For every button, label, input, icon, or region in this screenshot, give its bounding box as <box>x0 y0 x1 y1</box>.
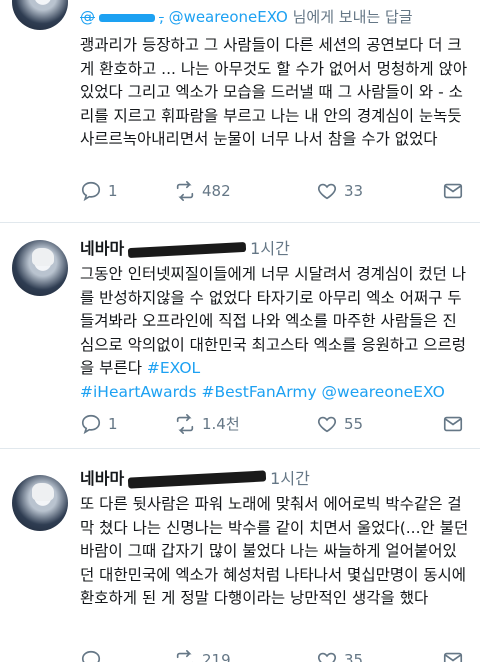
hashtag-exol[interactable]: #EXOL <box>147 359 200 377</box>
tweet-header: 네바마 1시간 <box>80 239 470 259</box>
heart-icon <box>317 416 337 433</box>
timestamp[interactable]: 1시간 <box>250 239 290 258</box>
reply-suffix: 님에게 보내는 답글 <box>287 8 413 26</box>
retweet-count: 1.4천 <box>202 415 240 433</box>
display-name[interactable]: 네바마 <box>80 239 124 258</box>
retweet-count: 219 <box>202 651 231 662</box>
heart-icon <box>317 183 337 200</box>
reply-handle-redacted[interactable]: @, <box>80 8 164 26</box>
avatar[interactable] <box>12 475 68 531</box>
like-count: 33 <box>344 182 364 200</box>
tweet-2[interactable]: 네바마 1시간 그동안 인터넷찌질이들에게 너무 시달려서 경계심이 컸던 나를 … <box>0 223 480 449</box>
tweet-header: 네바마 1시간 <box>80 469 470 489</box>
direct-message-button[interactable] <box>442 649 470 662</box>
like-button[interactable]: 35 <box>316 649 363 662</box>
reply-button[interactable]: 1 <box>80 180 118 202</box>
tweet-actions: 1 482 33 <box>80 180 470 204</box>
direct-message-button[interactable] <box>442 180 470 202</box>
reply-icon <box>81 414 101 435</box>
reply-handle[interactable]: @weareoneEXO <box>169 8 288 26</box>
tweet-body: 그동안 인터넷찌질이들에게 너무 시달려서 경계심이 컸던 나를 반성하지않을 … <box>80 265 467 377</box>
retweet-icon <box>176 650 193 662</box>
reply-icon <box>81 181 101 202</box>
envelope-icon <box>443 652 463 662</box>
retweet-icon <box>176 414 194 434</box>
envelope-icon <box>443 416 463 432</box>
tweet-text: 괭과리가 등장하고 그 사람들이 다른 세션의 공연보다 더 크게 환호하고 .… <box>80 36 468 148</box>
retweet-icon <box>176 181 194 201</box>
tweet-text: 그동안 인터넷찌질이들에게 너무 시달려서 경계심이 컸던 나를 반성하지않을 … <box>80 263 470 404</box>
display-name[interactable]: 네바마 <box>80 469 124 488</box>
redacted-handle <box>127 241 247 258</box>
like-button[interactable]: 33 <box>316 180 363 202</box>
reply-count: 1 <box>108 182 118 200</box>
retweet-button[interactable]: 482 <box>174 180 231 202</box>
like-button[interactable]: 55 <box>316 413 363 435</box>
reply-count: 1 <box>108 415 118 433</box>
tweet-actions: 1 1.4천 55 <box>80 413 470 437</box>
retweet-button[interactable]: 219 <box>174 649 231 662</box>
retweet-count: 482 <box>202 182 231 200</box>
reply-icon <box>81 650 101 662</box>
tweet-actions: 219 35 <box>80 649 470 662</box>
heart-icon <box>317 652 337 662</box>
reply-button[interactable]: 1 <box>80 413 118 435</box>
direct-message-button[interactable] <box>442 413 470 435</box>
tweet-text: 또 다른 뒷사람은 파워 노래에 맞춰서 에어로빅 박수같은 걸 막 쳤다 나는… <box>80 495 469 607</box>
avatar[interactable] <box>12 0 68 30</box>
tweet-3[interactable]: 네바마 1시간 또 다른 뒷사람은 파워 노래에 맞춰서 에어로빅 박수같은 걸 … <box>0 449 480 662</box>
like-count: 35 <box>344 651 364 662</box>
envelope-icon <box>443 183 463 199</box>
like-count: 55 <box>344 415 364 433</box>
timestamp[interactable]: 1시간 <box>270 469 310 488</box>
avatar[interactable] <box>12 240 68 296</box>
reply-context: @, @weareoneEXO 님에게 보내는 답글 <box>80 6 470 27</box>
hashtags-and-mention[interactable]: #iHeartAwards #BestFanArmy @weareoneEXO <box>80 383 445 401</box>
redacted-handle <box>127 470 267 489</box>
reply-button[interactable] <box>80 649 108 662</box>
retweet-button[interactable]: 1.4천 <box>174 413 240 435</box>
tweet-1[interactable]: @, @weareoneEXO 님에게 보내는 답글 괭과리가 등장하고 그 사… <box>0 0 480 228</box>
